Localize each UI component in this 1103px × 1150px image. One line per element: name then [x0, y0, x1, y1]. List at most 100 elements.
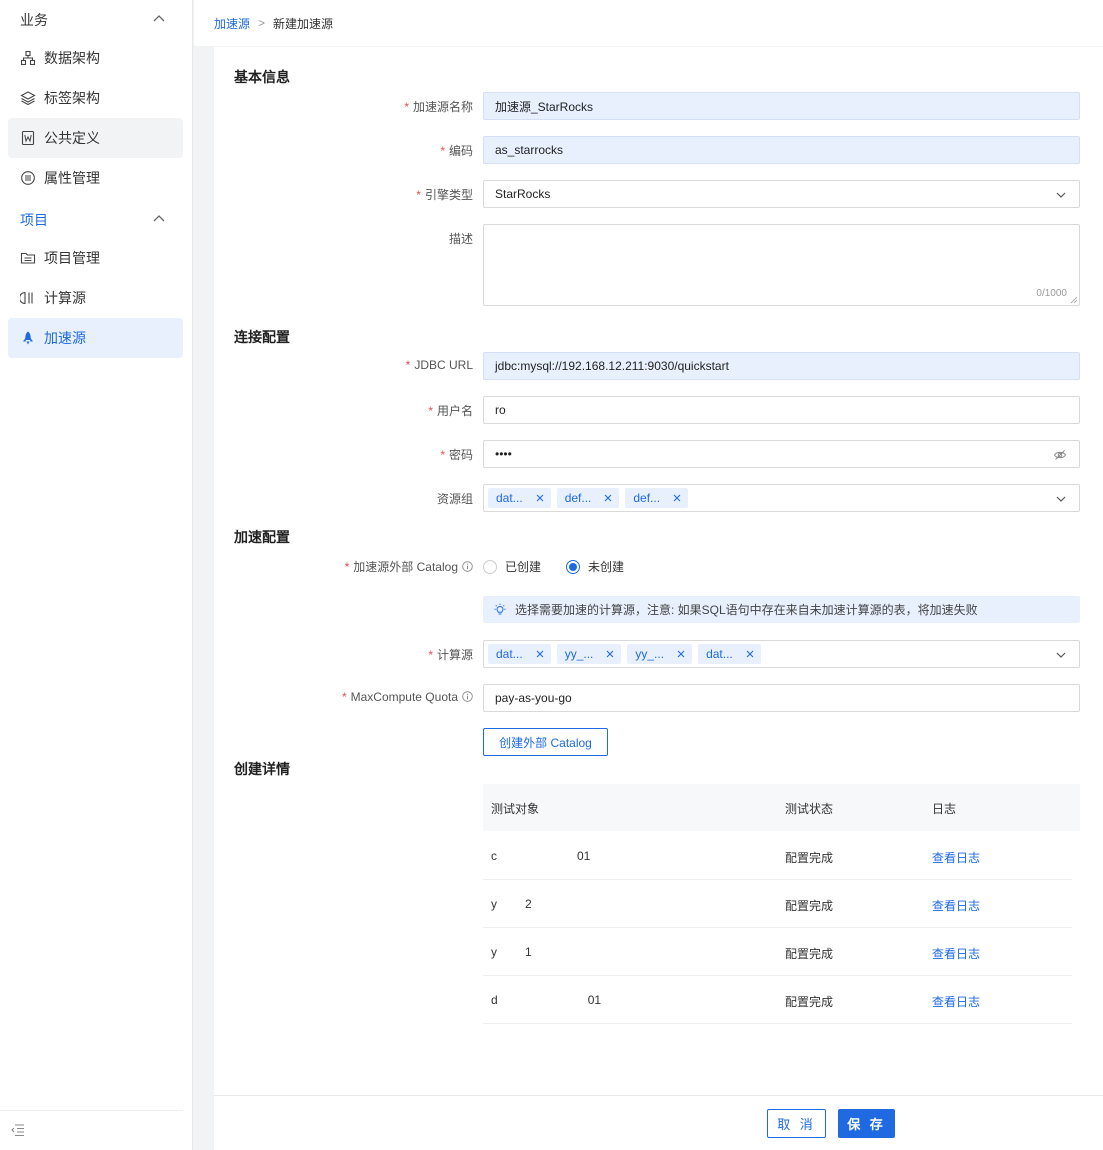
radio-created-label: 已创建: [505, 560, 542, 574]
jdbc-url-label: * JDBC URL: [405, 358, 473, 372]
password-label: * 密码: [440, 448, 473, 462]
breadcrumb-separator: >: [258, 16, 266, 30]
close-icon[interactable]: [535, 493, 545, 503]
word-doc-icon: [21, 130, 35, 146]
chevron-down-icon: [1056, 496, 1066, 502]
cancel-button[interactable]: 取 消: [767, 1109, 826, 1138]
info-icon[interactable]: [462, 561, 473, 572]
compute-tag: yy_...: [627, 644, 693, 664]
close-icon[interactable]: [745, 649, 755, 659]
table-row: y2 配置完成 查看日志: [483, 880, 1072, 928]
column-log: 日志: [932, 802, 957, 816]
test-object-cell: y1: [491, 945, 532, 959]
close-icon[interactable]: [605, 649, 615, 659]
save-button[interactable]: 保 存: [838, 1109, 895, 1138]
view-log-link[interactable]: 查看日志: [932, 993, 980, 1010]
sidebar-item-label: 数据架构: [44, 50, 100, 66]
char-counter: 0/1000: [1036, 288, 1067, 299]
breadcrumb-parent-link[interactable]: 加速源: [214, 15, 250, 32]
collapse-menu-icon[interactable]: [10, 1122, 26, 1138]
column-test-status: 测试状态: [785, 802, 834, 816]
eye-hidden-icon[interactable]: [1053, 448, 1067, 462]
close-icon[interactable]: [603, 493, 613, 503]
close-icon[interactable]: [535, 649, 545, 659]
description-label: 描述: [448, 232, 473, 246]
footer-bar: [214, 1095, 1103, 1150]
password-input[interactable]: ••••: [483, 440, 1080, 468]
chevron-up-icon[interactable]: [152, 12, 166, 26]
close-icon[interactable]: [672, 493, 682, 503]
sidebar-item-data-architecture[interactable]: 数据架构: [8, 38, 183, 78]
resource-tag: dat...: [488, 488, 551, 508]
sidebar-group-project[interactable]: 项目: [20, 210, 48, 230]
status-cell: 配置完成: [785, 947, 834, 961]
sidebar-group-business[interactable]: 业务: [20, 10, 48, 30]
resource-tag: def...: [625, 488, 689, 508]
table-row: d 01 配置完成 查看日志: [483, 976, 1072, 1024]
sidebar-item-label: 属性管理: [44, 170, 100, 186]
section-acceleration-config: 加速配置: [234, 529, 290, 545]
view-log-link[interactable]: 查看日志: [932, 849, 980, 866]
resize-grip-icon[interactable]: [1070, 296, 1078, 304]
status-cell: 配置完成: [785, 851, 834, 865]
info-icon[interactable]: [462, 691, 473, 702]
radio-created[interactable]: [483, 559, 497, 574]
compute-tag: dat...: [488, 644, 551, 664]
sidebar-item-acceleration-source[interactable]: 加速源: [8, 318, 183, 358]
maxcompute-quota-input[interactable]: pay-as-you-go: [483, 684, 1080, 712]
compute-tag: dat...: [698, 644, 761, 664]
sidebar-item-label: 公共定义: [44, 130, 100, 146]
chevron-up-icon[interactable]: [152, 212, 166, 226]
breadcrumb-current: 新建加速源: [273, 16, 334, 31]
sidebar-item-compute-source[interactable]: 计算源: [8, 278, 183, 318]
lightbulb-icon: [494, 603, 506, 614]
sidebar-item-attribute-management[interactable]: 属性管理: [8, 158, 183, 198]
create-catalog-button[interactable]: 创建外部 Catalog: [483, 728, 608, 756]
compute-source-icon: [20, 291, 33, 305]
description-textarea[interactable]: 0/1000: [483, 224, 1080, 306]
view-log-link[interactable]: 查看日志: [932, 897, 980, 914]
sidebar: 业务 数据架构 标签架构 公共定义 属性管理 项目 项目管理 计算源 加速源: [0, 0, 193, 1150]
radio-not-created[interactable]: [566, 559, 581, 574]
sidebar-item-tag-architecture[interactable]: 标签架构: [8, 78, 183, 118]
status-cell: 配置完成: [785, 995, 834, 1009]
table-header: 测试对象 测试状态 日志: [483, 784, 1080, 831]
data-architecture-icon: [20, 50, 36, 66]
layers-icon: [20, 91, 36, 106]
table-row: y1 配置完成 查看日志: [483, 928, 1072, 976]
username-input[interactable]: ro: [483, 396, 1080, 424]
sidebar-item-project-management[interactable]: 项目管理: [8, 238, 183, 278]
name-label: * 加速源名称: [404, 100, 473, 114]
engine-type-select[interactable]: StarRocks: [483, 180, 1080, 208]
tip-text: 选择需要加速的计算源，注意: 如果SQL语句中存在来自未加速计算源的表，将加速失…: [515, 603, 978, 617]
sidebar-item-label: 项目管理: [44, 250, 100, 266]
sidebar-group-label: 项目: [20, 212, 48, 228]
section-connection-config: 连接配置: [234, 329, 290, 345]
maxcompute-quota-label: * MaxCompute Quota: [342, 690, 473, 704]
sidebar-item-label: 加速源: [44, 330, 86, 346]
jdbc-url-input[interactable]: jdbc:mysql://192.168.12.211:9030/quickst…: [483, 352, 1080, 380]
section-basic-info: 基本信息: [234, 69, 290, 85]
code-label: * 编码: [440, 144, 473, 158]
sidebar-item-public-definition[interactable]: 公共定义: [8, 118, 183, 158]
view-log-link[interactable]: 查看日志: [932, 945, 980, 962]
name-input[interactable]: 加速源_StarRocks: [483, 92, 1080, 120]
resource-group-label: 资源组: [436, 492, 473, 506]
username-label: * 用户名: [428, 404, 473, 418]
compute-tag: yy_...: [556, 644, 622, 664]
close-icon[interactable]: [676, 649, 686, 659]
compute-source-label: * 计算源: [428, 648, 473, 662]
test-object-cell: d 01: [491, 993, 602, 1007]
attribute-icon: [21, 171, 35, 185]
compute-source-select[interactable]: dat... yy_... yy_... dat...: [483, 640, 1080, 668]
engine-type-label: * 引擎类型: [416, 188, 473, 202]
test-object-cell: y2: [491, 897, 532, 911]
table-row: c 01 配置完成 查看日志: [483, 832, 1072, 880]
catalog-label: * 加速源外部 Catalog: [345, 558, 473, 575]
status-cell: 配置完成: [785, 899, 834, 913]
folder-icon: [20, 252, 36, 264]
tip-banner: 选择需要加速的计算源，注意: 如果SQL语句中存在来自未加速计算源的表，将加速失…: [483, 596, 1080, 623]
code-input[interactable]: as_starrocks: [483, 136, 1080, 164]
chevron-down-icon: [1056, 652, 1066, 658]
resource-group-select[interactable]: dat... def... def...: [483, 484, 1080, 512]
